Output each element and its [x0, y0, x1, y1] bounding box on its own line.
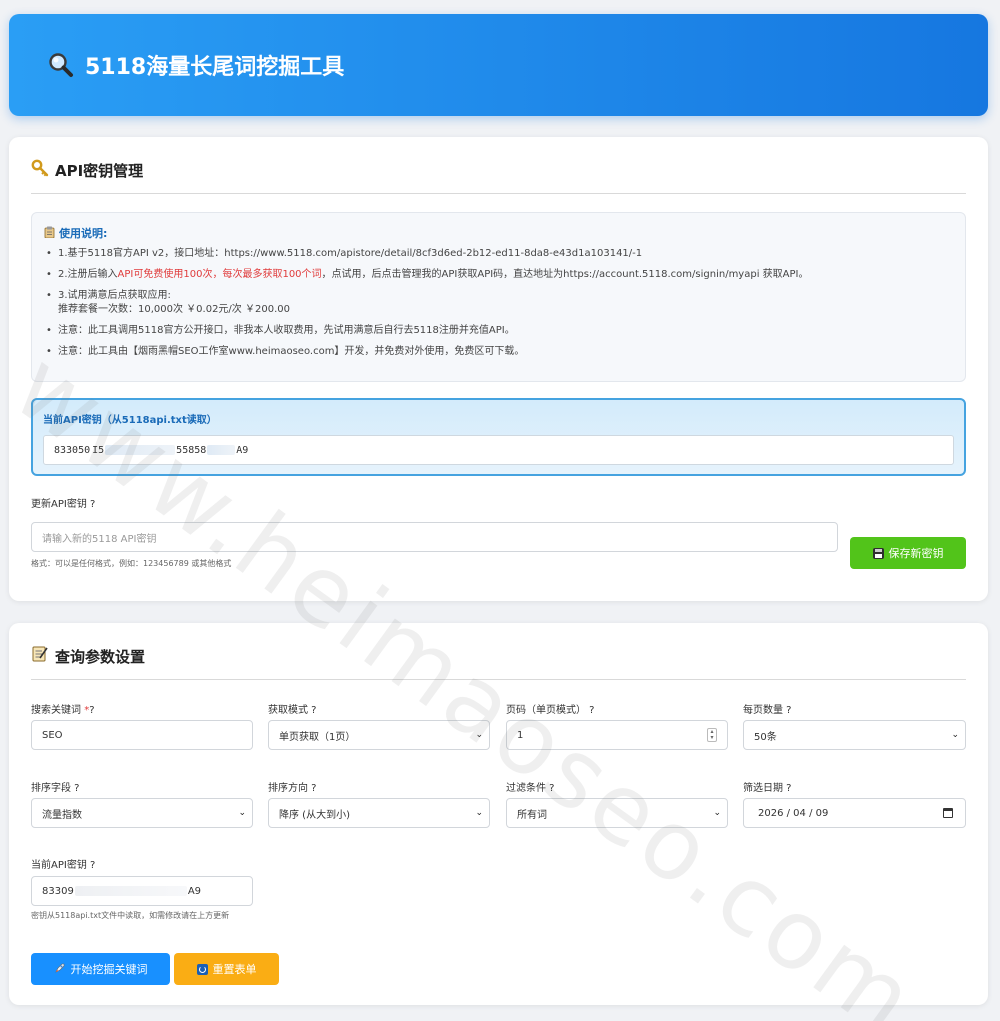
query-section-title: 查询参数设置 [31, 645, 145, 667]
redacted-mask [207, 445, 236, 455]
date-input[interactable]: 2026 / 04 / 09 [743, 798, 966, 828]
notice-item-3: 3.试用满意后点获取应用:推荐套餐一次数：10,000次 ￥0.02元/次 ￥2… [46, 289, 808, 317]
update-key-hint: 格式：可以是任何格式，例如：123456789 或其他格式 [31, 559, 232, 568]
filter-select[interactable]: 所有词 ⌄ [506, 798, 728, 828]
save-key-button[interactable]: 保存新密钥 [850, 537, 966, 569]
page-size-select[interactable]: 50条 ⌄ [743, 720, 966, 750]
page-size-label: 每页数量 ? [743, 705, 792, 716]
chevron-down-icon: ⌄ [475, 808, 483, 818]
app-header: 5118海量长尾词挖掘工具 [9, 14, 988, 116]
key-icon [31, 159, 49, 181]
sort-direction-select[interactable]: 降序 (从大到小) ⌄ [268, 798, 490, 828]
memo-icon [31, 645, 49, 667]
chevron-down-icon: ⌄ [951, 730, 959, 740]
notice-item-1: 1.基于5118官方API v2，接口地址：https://www.5118.c… [46, 247, 808, 261]
notice-title: 使用说明: [44, 225, 107, 241]
divider [31, 679, 966, 680]
notice-list: 1.基于5118官方API v2，接口地址：https://www.5118.c… [46, 247, 808, 366]
api-key-hint: 密钥从5118api.txt文件中读取，如需修改请在上方更新 [31, 911, 230, 920]
current-key-panel: 当前API密钥（从5118api.txt读取） 833050 I5 55858 A… [31, 398, 966, 476]
floppy-disk-icon [872, 547, 884, 559]
clipboard-icon [44, 226, 55, 241]
start-mining-button[interactable]: 开始挖掘关键词 [31, 953, 170, 985]
api-key-readonly-field: 83309 A9 [31, 876, 253, 906]
rocket-icon [54, 962, 66, 977]
query-params-card: 查询参数设置 搜索关键词 *? SEO 获取模式 ? 单页获取（1页） ⌄ 页码（… [9, 623, 988, 1005]
notice-item-2: 2.注册后输入API可免费使用100次，每次最多获取100个词，点试用，后点击管… [46, 268, 808, 282]
refresh-icon [196, 963, 208, 975]
notice-item-5: 注意：此工具由【烟雨黑帽SEO工作室www.heimaoseo.com】开发，并… [46, 345, 808, 359]
mode-label: 获取模式 ? [268, 705, 317, 716]
spinner-icon[interactable]: ▴ ▾ [707, 728, 717, 742]
app-title: 5118海量长尾词挖掘工具 [47, 48, 344, 82]
page-label: 页码（单页模式） ? [506, 705, 595, 716]
calendar-icon[interactable] [943, 808, 953, 818]
chevron-down-icon: ⌄ [238, 808, 246, 818]
current-key-display: 833050 I5 55858 A9 [43, 435, 954, 465]
magnifier-icon [47, 51, 75, 79]
redacted-mask [74, 886, 187, 896]
mode-select[interactable]: 单页获取（1页） ⌄ [268, 720, 490, 750]
app-title-text: 5118海量长尾词挖掘工具 [85, 55, 345, 80]
api-section-title: API密钥管理 [31, 159, 143, 181]
sort-direction-label: 排序方向 ? [268, 783, 317, 794]
api-key-card: API密钥管理 使用说明: 1.基于5118官方API v2，接口地址：http… [9, 137, 988, 601]
date-label: 筛选日期 ? [743, 783, 792, 794]
update-key-label: 更新API密钥 ? [31, 499, 96, 510]
sort-field-label: 排序字段 ? [31, 783, 80, 794]
new-api-key-input[interactable]: 请输入新的5118 API密钥 [31, 522, 838, 552]
sort-field-select[interactable]: 流量指数 ⌄ [31, 798, 253, 828]
chevron-down-icon: ⌄ [713, 808, 721, 818]
current-key-label: 当前API密钥（从5118api.txt读取） [43, 415, 217, 426]
divider [31, 193, 966, 194]
keyword-label: 搜索关键词 *? [31, 705, 95, 716]
reset-form-button[interactable]: 重置表单 [174, 953, 279, 985]
filter-label: 过滤条件 ? [506, 783, 555, 794]
redacted-mask [105, 445, 176, 455]
page-input[interactable]: 1 ▴ ▾ [506, 720, 728, 750]
api-key-label: 当前API密钥 ? [31, 860, 96, 871]
notice-item-4: 注意：此工具调用5118官方公开接口，非我本人收取费用，先试用满意后自行去511… [46, 324, 808, 338]
keyword-input[interactable]: SEO [31, 720, 253, 750]
usage-notice: 使用说明: 1.基于5118官方API v2，接口地址：https://www.… [31, 212, 966, 382]
chevron-down-icon: ⌄ [475, 730, 483, 740]
